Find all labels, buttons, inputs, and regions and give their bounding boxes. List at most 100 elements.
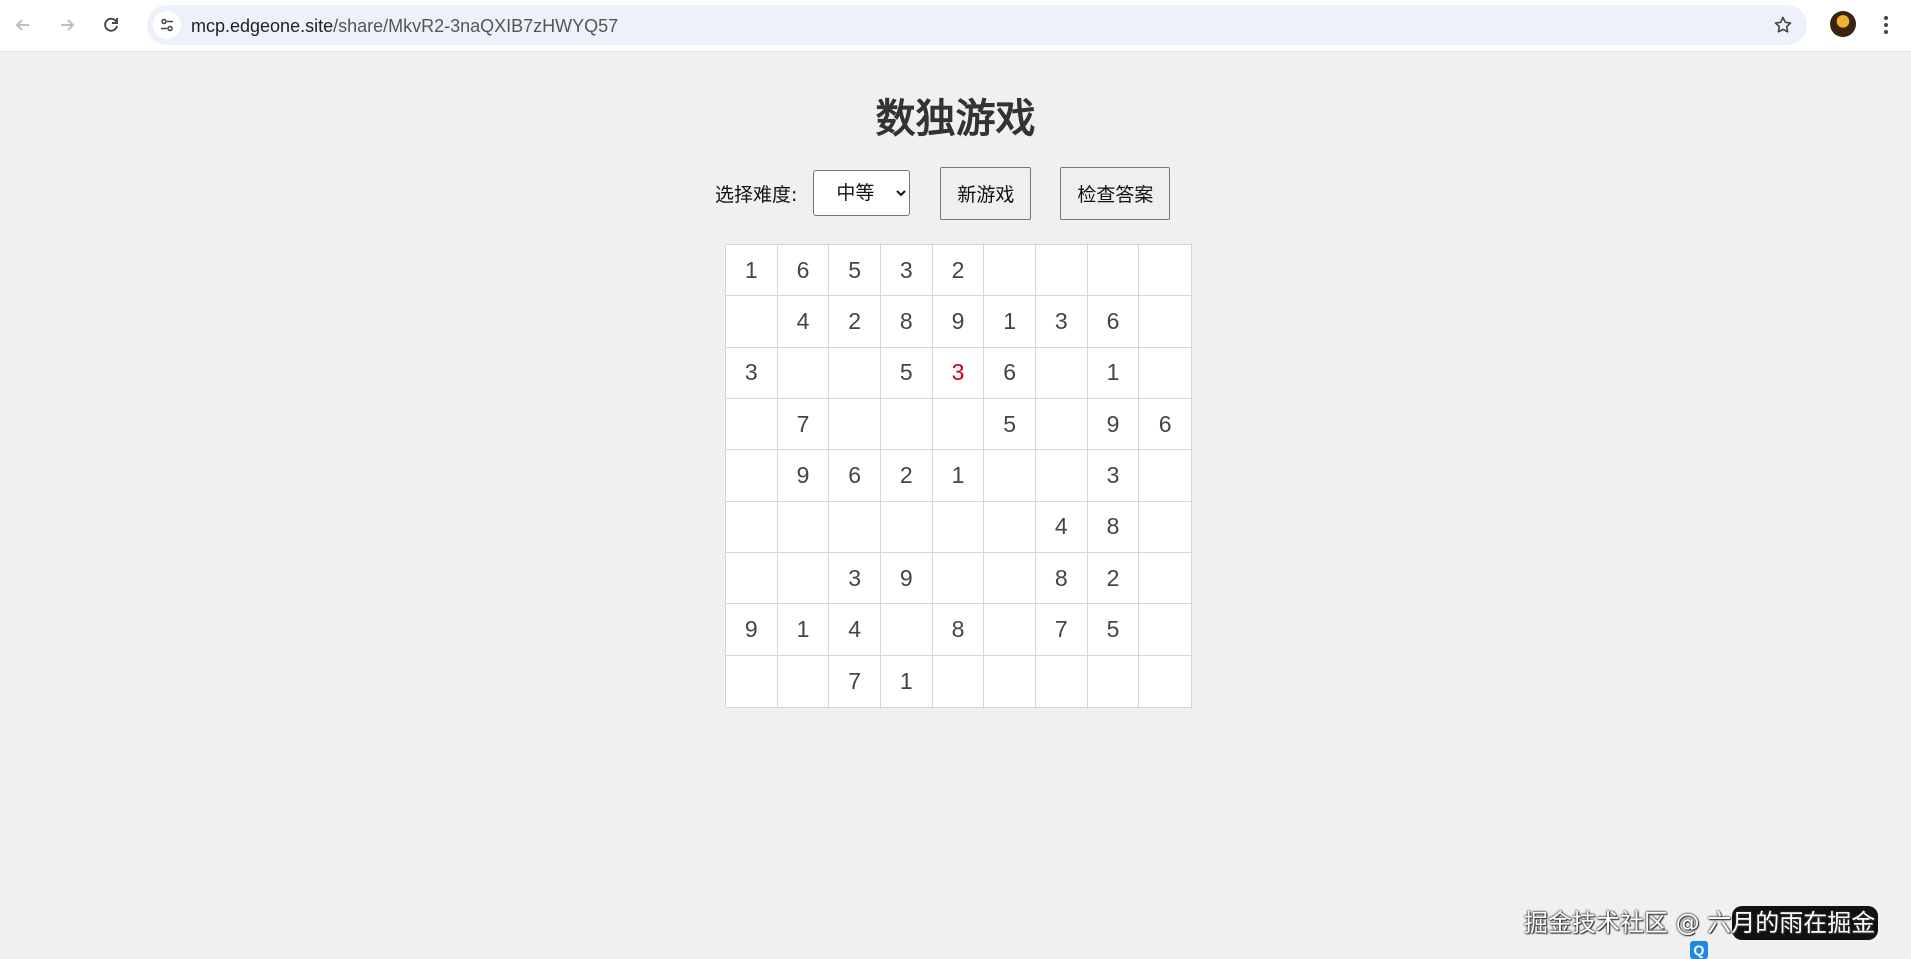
sudoku-cell[interactable] [726,552,778,605]
sudoku-cell[interactable] [1036,655,1088,707]
sudoku-cell[interactable] [829,501,881,553]
sudoku-cell[interactable]: 2 [881,450,933,502]
url-text[interactable]: mcp.edgeone.site/share/MkvR2-3naQXIB7zHW… [191,16,618,37]
sudoku-cell[interactable] [932,552,985,605]
sudoku-cell[interactable] [933,655,985,707]
sudoku-cell[interactable]: 1 [777,604,830,656]
sudoku-cell[interactable] [1087,245,1140,297]
game-controls: 选择难度: 中等 新游戏 检查答案 [715,166,1171,220]
sudoku-cell[interactable]: 6 [1139,399,1191,451]
sudoku-cell[interactable]: 9 [881,552,933,605]
sudoku-cell[interactable]: 4 [777,296,830,348]
sudoku-cell[interactable]: 5 [881,347,933,399]
sudoku-cell[interactable] [778,655,830,707]
sudoku-cell[interactable]: 6 [984,347,1036,399]
sudoku-cell[interactable] [984,604,1036,656]
sudoku-cell[interactable]: 5 [829,245,881,297]
sudoku-cell[interactable]: 3 [726,347,778,399]
sudoku-cell[interactable] [1139,296,1191,348]
sudoku-cell[interactable] [1036,347,1088,399]
sudoku-cell[interactable]: 3 [881,245,933,297]
sudoku-cell[interactable]: 8 [881,296,933,348]
sudoku-cell[interactable]: 2 [932,245,985,297]
sudoku-cell[interactable]: 9 [777,450,830,502]
watermark-text: 掘金技术社区 @ 六月的雨在掘金 [1524,909,1876,937]
sudoku-cell[interactable]: 1 [881,655,933,707]
sudoku-cell[interactable]: 1 [1087,347,1140,399]
sudoku-cell[interactable] [984,655,1036,707]
sudoku-cell[interactable] [829,398,881,451]
bookmark-button[interactable] [1771,13,1795,37]
sudoku-cell[interactable]: 6 [829,450,881,502]
sudoku-cell[interactable]: 6 [777,245,830,297]
sudoku-cell[interactable]: 8 [1087,501,1140,553]
sudoku-cell[interactable]: 6 [1087,296,1140,348]
check-answer-button[interactable]: 检查答案 [1060,166,1171,220]
sudoku-cell[interactable]: 3 [1087,450,1140,502]
sudoku-cell[interactable]: 4 [1036,501,1088,553]
new-game-button[interactable]: 新游戏 [940,166,1032,220]
sudoku-cell[interactable] [1088,655,1140,707]
browser-toolbar: mcp.edgeone.site/share/MkvR2-3naQXIB7zHW… [0,0,1911,52]
sudoku-cell[interactable] [726,501,778,553]
sudoku-cell[interactable] [1036,398,1088,451]
sudoku-cell[interactable] [726,655,778,707]
sudoku-cell[interactable] [777,552,830,605]
sudoku-cell[interactable] [881,604,933,656]
sudoku-cell[interactable]: 1 [984,296,1036,348]
sudoku-cell[interactable] [984,552,1036,605]
sudoku-cell[interactable] [1139,348,1191,399]
sudoku-cell[interactable] [1036,245,1088,297]
site-info-button[interactable] [153,11,181,39]
sudoku-cell[interactable]: 9 [932,296,985,348]
difficulty-select[interactable]: 中等 [813,170,911,216]
sudoku-cell[interactable]: 9 [1087,398,1140,451]
sudoku-cell[interactable] [1139,604,1191,656]
sudoku-cell[interactable]: 2 [1087,552,1140,605]
back-button[interactable] [8,10,38,40]
sudoku-cell[interactable] [881,398,933,451]
sudoku-cell[interactable]: 4 [829,604,881,656]
sudoku-cell[interactable]: 7 [1036,604,1088,656]
sudoku-cell[interactable] [726,398,778,451]
sudoku-cell[interactable]: 7 [829,655,881,707]
reload-button[interactable] [96,10,126,40]
sudoku-cell[interactable]: 3 [829,552,881,605]
sudoku-cell[interactable]: 5 [984,398,1036,451]
sudoku-cell[interactable] [1139,553,1191,605]
sudoku-cell[interactable] [829,347,881,399]
sudoku-cell[interactable] [726,296,778,348]
sudoku-cell[interactable] [984,501,1036,553]
sudoku-cell[interactable]: 2 [829,296,881,348]
sudoku-cell[interactable]: 9 [726,604,778,656]
tune-icon [161,18,173,32]
sudoku-cell[interactable]: 3 [1036,296,1088,348]
sudoku-cell[interactable] [932,398,985,451]
sudoku-cell[interactable] [1139,450,1191,502]
forward-button[interactable] [52,10,82,40]
sudoku-cell[interactable]: 8 [932,604,985,656]
sudoku-cell[interactable]: 1 [726,245,778,297]
sudoku-cell[interactable] [726,450,778,502]
sudoku-cell[interactable] [777,347,830,399]
sudoku-cell[interactable] [984,245,1036,297]
sudoku-cell[interactable]: 1 [932,450,985,502]
more-vert-icon[interactable] [1876,10,1896,40]
sudoku-cell[interactable] [984,450,1036,502]
sudoku-cell[interactable] [881,501,933,553]
address-bar[interactable]: mcp.edgeone.site/share/MkvR2-3naQXIB7zHW… [147,5,1807,45]
sudoku-cell[interactable]: 3 [932,347,985,399]
sudoku-cell[interactable] [1139,502,1191,553]
sudoku-cell[interactable]: 7 [777,398,830,451]
sudoku-cell[interactable] [777,501,830,553]
url-host: mcp.edgeone.site [191,16,334,36]
sudoku-cell[interactable] [1139,245,1191,297]
sudoku-cell[interactable]: 8 [1036,552,1088,605]
profile-avatar[interactable] [1830,11,1856,37]
sudoku-cell[interactable] [932,501,985,553]
url-path: /share/MkvR2-3naQXIB7zHWYQ57 [333,16,619,36]
sudoku-cell[interactable] [1139,656,1191,707]
sudoku-cell[interactable] [1036,450,1088,502]
sudoku-cell[interactable]: 5 [1087,604,1140,656]
tray-icon[interactable]: Q [1690,941,1708,959]
